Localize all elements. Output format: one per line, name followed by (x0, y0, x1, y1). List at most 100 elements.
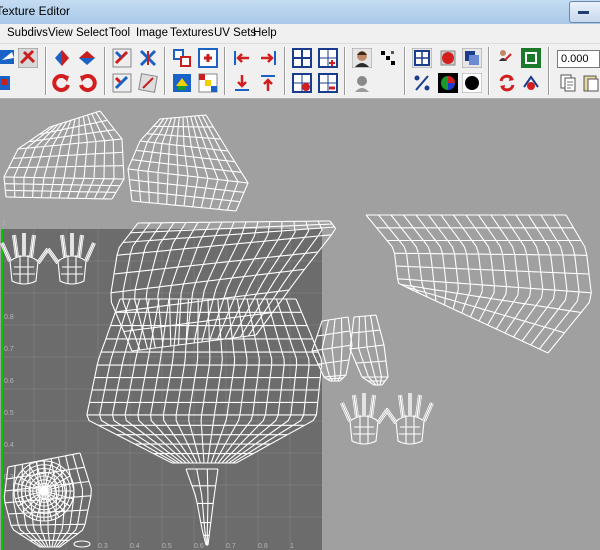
grid-toggle-button[interactable] (412, 48, 432, 68)
normalize-button[interactable] (198, 48, 218, 68)
align-top-icon (261, 75, 275, 91)
menu-textures[interactable]: Textures (170, 27, 213, 39)
y-tick-label: 0.7 (4, 346, 14, 353)
black-circle-icon (462, 73, 482, 93)
window-title: Texture Editor (0, 4, 71, 18)
snapshot-icon (499, 50, 512, 61)
x-tick-label: 0.5 (162, 543, 172, 550)
x-tick-label: 0.6 (194, 543, 204, 550)
flip-horizontal-icon (55, 50, 69, 66)
layout-icon (173, 49, 191, 67)
grid-add-icon (318, 48, 338, 68)
grid-cell-red-icon (292, 73, 312, 93)
title-bar: Texture Editor (0, 0, 600, 25)
x-tick-label: 1 (290, 543, 294, 550)
grid-remove-button[interactable] (318, 73, 338, 93)
copy-uv-button[interactable] (558, 73, 578, 93)
grid-snap-button[interactable] (172, 73, 192, 93)
refresh-red-icon (499, 74, 515, 92)
normalize-icon (198, 48, 218, 68)
color-wheel-icon (438, 73, 458, 93)
grid-cell-button[interactable] (292, 48, 312, 68)
uv-canvas[interactable]: 1 0.8 0.7 0.6 0.5 0.4 0.3 0.3 0.4 0.5 0.6 0.7 0.8 1 (0, 99, 600, 550)
grid-add-button[interactable] (318, 48, 338, 68)
checker-diag-icon (381, 51, 395, 65)
copy-uv-icon (560, 74, 576, 92)
grid-remove-icon (318, 73, 338, 93)
grid-cell-icon (292, 48, 312, 68)
color-wheel-button[interactable] (438, 73, 458, 93)
rotate-cw-button[interactable] (77, 73, 97, 93)
cut-uv-button[interactable] (18, 48, 38, 68)
percent-icon (414, 75, 430, 91)
user-grey-button[interactable] (352, 73, 372, 93)
align-left-icon (234, 51, 249, 65)
minimize-icon (578, 11, 589, 14)
percent-button[interactable] (412, 73, 432, 93)
relax-button[interactable] (138, 73, 158, 93)
x-tick-label: 0.3 (98, 543, 108, 550)
paste-uv-button[interactable] (582, 73, 600, 93)
shell-top-left (3, 110, 125, 200)
move-uv-button[interactable] (0, 48, 20, 68)
align-left-button[interactable] (232, 48, 252, 68)
snapshot-button[interactable] (497, 48, 517, 68)
menu-uv-sets[interactable]: UV Sets (214, 27, 256, 39)
menu-tool[interactable]: Tool (109, 27, 130, 39)
shell-leg-b (349, 314, 389, 386)
align-right-button[interactable] (258, 48, 278, 68)
menu-bar: Subdivs View Select Tool Image Textures … (0, 24, 600, 44)
paste-uv-icon (583, 75, 599, 92)
menu-select[interactable]: Select (76, 27, 108, 39)
checker-diag-button[interactable] (378, 48, 398, 68)
refresh-red-button[interactable] (497, 73, 517, 93)
uv-small-button[interactable] (0, 73, 20, 93)
y-tick-label: 0.6 (4, 378, 14, 385)
menu-help[interactable]: Help (253, 27, 277, 39)
flip-vertical-button[interactable] (77, 48, 97, 68)
minimize-button[interactable] (569, 1, 600, 23)
uv-value-field[interactable]: 0.000 (557, 50, 600, 68)
checker-button[interactable] (198, 73, 218, 93)
user-color-icon (352, 48, 372, 68)
checker-icon (198, 73, 218, 93)
move-uv-icon (0, 50, 14, 64)
black-circle-button[interactable] (462, 73, 482, 93)
menu-image[interactable]: Image (136, 27, 168, 39)
user-color-button[interactable] (352, 48, 372, 68)
menu-view[interactable]: View (48, 27, 73, 39)
uv-overlap-button[interactable] (462, 48, 482, 68)
menu-subdivs[interactable]: Subdivs (7, 27, 48, 39)
sphere-red-button[interactable] (438, 48, 458, 68)
relax-icon (138, 73, 158, 93)
uv-snapshot-icon (521, 48, 541, 68)
grid-snap-icon (173, 74, 191, 92)
x-tick-label: 0.4 (130, 543, 140, 550)
cycle-uv-button[interactable] (112, 48, 132, 68)
uv-snapshot-button[interactable] (521, 48, 541, 68)
unfold-icon (112, 73, 132, 93)
align-top-button[interactable] (258, 73, 278, 93)
shell-arm (365, 214, 592, 354)
grid-top-label: 1 (2, 220, 6, 227)
shell-top-mid (127, 114, 249, 212)
uv-overlap-icon (462, 48, 482, 68)
rotate-ccw-button[interactable] (52, 73, 72, 93)
sphere-red-icon (440, 50, 456, 66)
uv-viewport[interactable]: 1 0.8 0.7 0.6 0.5 0.4 0.3 0.3 0.4 0.5 0.6 0.7 0.8 1 (0, 99, 600, 550)
layout-red-button[interactable] (521, 73, 541, 93)
unfold-button[interactable] (112, 73, 132, 93)
hand-right-lower (384, 393, 434, 445)
toolbar: 0.000 (0, 44, 600, 99)
y-tick-label: 0.3 (4, 474, 14, 481)
uv-small-icon (0, 76, 10, 90)
grid-cell-red-button[interactable] (292, 73, 312, 93)
layout-button[interactable] (172, 48, 192, 68)
align-bottom-button[interactable] (232, 73, 252, 93)
cut-uv-icon (18, 48, 38, 68)
flip-horizontal-button[interactable] (52, 48, 72, 68)
shuffle-uv-button[interactable] (138, 48, 158, 68)
y-tick-label: 0.5 (4, 410, 14, 417)
align-bottom-icon (235, 75, 249, 91)
x-tick-label: 0.7 (226, 543, 236, 550)
